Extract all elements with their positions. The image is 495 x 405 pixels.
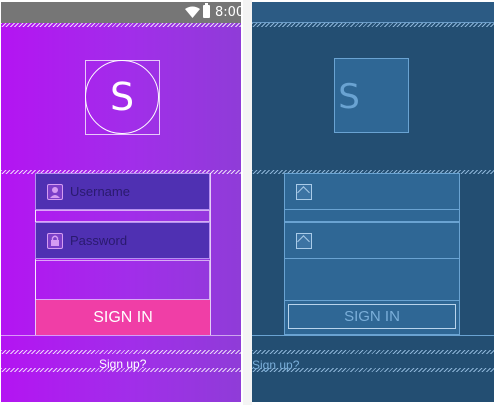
lock-icon: [47, 233, 63, 249]
username-placeholder: Username: [70, 184, 130, 199]
sign-in-button[interactable]: SIGN IN: [36, 300, 210, 335]
blueprint-guide: [252, 23, 494, 27]
password-field[interactable]: Password: [35, 222, 210, 259]
battery-icon: [203, 3, 210, 18]
layout-guide: [1, 350, 241, 354]
status-bar: 8:00: [1, 2, 241, 23]
status-time: 8:00: [215, 5, 241, 20]
blueprint-sign-in-button[interactable]: SIGN IN: [288, 304, 456, 329]
blueprint-guide: [252, 335, 494, 336]
sign-up-link[interactable]: Sign up?: [99, 357, 146, 371]
username-field[interactable]: Username: [35, 173, 210, 210]
form-spacer: [35, 260, 210, 300]
user-icon: [47, 184, 63, 200]
layout-guide: [1, 335, 241, 336]
logo-letter: S: [109, 75, 135, 119]
layout-guide: [1, 23, 241, 27]
blueprint-sign-up-link[interactable]: Sign up?: [252, 358, 299, 372]
field-spacer: [35, 210, 210, 222]
image-placeholder-icon: [296, 184, 312, 200]
blueprint-preview: S SIGN IN Sign up?: [252, 2, 494, 402]
view-divider: [243, 0, 252, 405]
blueprint-username-field[interactable]: [284, 173, 460, 210]
image-placeholder-icon: [296, 233, 312, 249]
password-placeholder: Password: [70, 233, 128, 248]
wifi-icon: [185, 6, 200, 18]
blueprint-guide: [284, 300, 460, 301]
blueprint-logo-letter: S: [338, 77, 360, 117]
design-preview: 8:00 S Username Password SIGN IN Sign up…: [1, 2, 241, 402]
blueprint-status-bar: [252, 2, 494, 23]
blueprint-password-field[interactable]: [284, 222, 460, 259]
blueprint-guide: [252, 350, 494, 354]
